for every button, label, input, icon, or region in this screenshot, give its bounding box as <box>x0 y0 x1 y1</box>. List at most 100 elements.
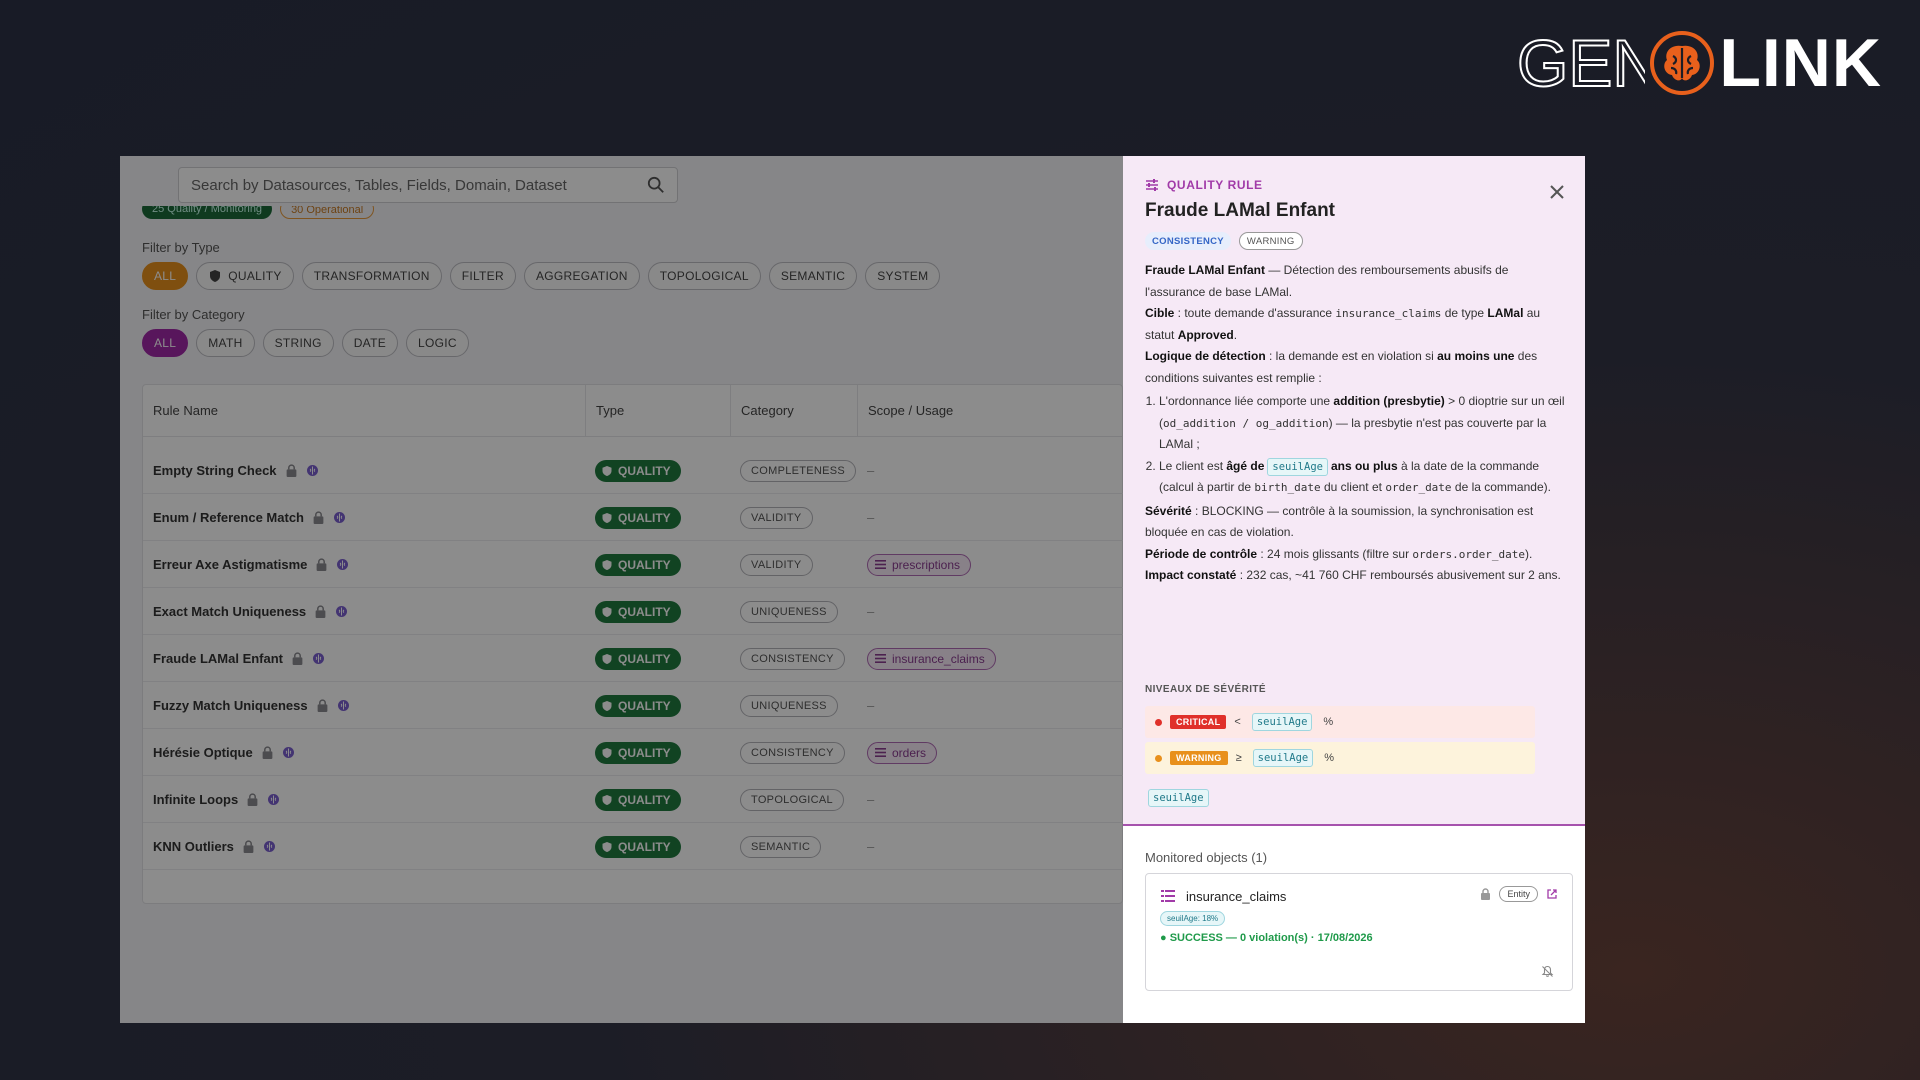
category-chip: VALIDITY <box>740 553 813 576</box>
col-category[interactable]: Category <box>730 385 794 437</box>
type-chip-filter[interactable]: FILTER <box>449 262 516 290</box>
param-chip[interactable]: seuilAge <box>1148 789 1209 807</box>
severity-warning-row: WARNING ≥ seuilAge % <box>1145 742 1535 774</box>
table-row[interactable]: Fuzzy Match Uniqueness QUALITY UNIQUENES… <box>143 682 1124 729</box>
category-cell: VALIDITY <box>740 541 813 588</box>
shield-icon <box>602 700 612 711</box>
rule-name-cell[interactable]: Hérésie Optique <box>143 729 295 776</box>
rule-name-cell[interactable]: Enum / Reference Match <box>143 494 346 541</box>
type-chip-topological[interactable]: TOPOLOGICAL <box>647 262 761 290</box>
type-chip-system[interactable]: SYSTEM <box>865 262 941 290</box>
type-cell: QUALITY <box>595 635 681 682</box>
rule-name[interactable]: Enum / Reference Match <box>153 510 304 525</box>
search-input[interactable]: Search by Datasources, Tables, Fields, D… <box>178 167 678 203</box>
table-row[interactable]: Enum / Reference Match QUALITY VALIDITY … <box>143 494 1124 541</box>
category-chip-string[interactable]: STRING <box>262 329 334 357</box>
scope-empty: – <box>867 698 875 713</box>
rule-name[interactable]: Empty String Check <box>153 463 277 478</box>
rule-name-cell[interactable]: Erreur Axe Astigmatisme <box>143 541 349 588</box>
desc-logic: Logique de détection : la demande est en… <box>1145 349 1538 385</box>
bell-off-icon[interactable] <box>1541 965 1554 978</box>
category-chip-math[interactable]: MATH <box>196 329 255 357</box>
rule-name-cell[interactable]: KNN Outliers <box>143 823 276 870</box>
col-rule-name[interactable]: Rule Name <box>143 385 218 437</box>
table-row[interactable]: Infinite Loops QUALITY TOPOLOGICAL – <box>143 776 1124 823</box>
type-chip-transformation[interactable]: TRANSFORMATION <box>301 262 442 290</box>
category-cell: CONSISTENCY <box>740 729 845 776</box>
monitored-object-name[interactable]: insurance_claims <box>1186 889 1286 904</box>
type-cell: QUALITY <box>595 776 681 823</box>
monitored-object-head: insurance_claims <box>1160 888 1286 904</box>
rule-name-cell[interactable]: Infinite Loops <box>143 776 280 823</box>
rule-description: Fraude LAMal Enfant — Détection des remb… <box>1145 260 1565 587</box>
type-cell: QUALITY <box>595 682 681 729</box>
rule-name-cell[interactable]: Fuzzy Match Uniqueness <box>143 682 350 729</box>
col-type[interactable]: Type <box>585 385 624 437</box>
rule-name[interactable]: Infinite Loops <box>153 792 238 807</box>
shield-icon <box>602 747 612 758</box>
scope-empty: – <box>867 792 875 807</box>
rule-name[interactable]: Fraude LAMal Enfant <box>153 651 283 666</box>
type-cell: QUALITY <box>595 729 681 776</box>
table-row[interactable]: Exact Match Uniqueness QUALITY UNIQUENES… <box>143 588 1124 635</box>
col-scope[interactable]: Scope / Usage <box>857 385 953 437</box>
table-list-icon <box>875 748 886 757</box>
monitored-object-card[interactable]: insurance_claims Entity seuilAge: 18% ● … <box>1145 873 1573 991</box>
brain-icon <box>263 841 275 852</box>
close-icon[interactable] <box>1547 182 1567 202</box>
search-icon[interactable] <box>647 176 665 194</box>
scope-chip[interactable]: prescriptions <box>867 553 972 576</box>
scope-cell: insurance_claims <box>867 635 996 682</box>
table-row[interactable]: Empty String Check QUALITY COMPLETENESS … <box>143 447 1124 494</box>
category-chip: CONSISTENCY <box>740 741 845 764</box>
brain-icon <box>306 465 318 476</box>
operational-count-chip[interactable]: 30 Operational <box>280 206 375 219</box>
rule-name-cell[interactable]: Fraude LAMal Enfant <box>143 635 325 682</box>
scope-chip[interactable]: orders <box>867 741 938 764</box>
type-chip-aggregation[interactable]: AGGREGATION <box>523 262 640 290</box>
table-header: Rule Name Type Category Scope / Usage <box>143 385 1122 437</box>
rule-name[interactable]: Erreur Axe Astigmatisme <box>153 557 307 572</box>
category-cell: UNIQUENESS <box>740 682 838 729</box>
category-cell: CONSISTENCY <box>740 635 845 682</box>
rule-name-cell[interactable]: Exact Match Uniqueness <box>143 588 348 635</box>
rules-list-panel: Search by Datasources, Tables, Fields, D… <box>120 156 1124 1023</box>
scope-cell: – <box>867 682 874 729</box>
type-chip-all[interactable]: ALL <box>142 262 189 290</box>
rule-name[interactable]: KNN Outliers <box>153 839 234 854</box>
rule-name[interactable]: Fuzzy Match Uniqueness <box>153 698 308 713</box>
critical-operator: < <box>1234 716 1241 728</box>
table-row[interactable]: Hérésie Optique QUALITY CONSISTENCY orde… <box>143 729 1124 776</box>
condition-1: L'ordonnance liée comporte une addition … <box>1159 391 1565 456</box>
category-chip: SEMANTIC <box>740 835 822 858</box>
quality-count-chip[interactable]: 25 Quality / Monitoring <box>142 206 273 219</box>
lock-icon <box>286 464 296 477</box>
desc-severity: Sévérité : BLOCKING — contrôle à la soum… <box>1145 503 1534 540</box>
quality-badge: QUALITY <box>595 788 681 811</box>
category-chip: TOPOLOGICAL <box>740 788 844 811</box>
rule-name[interactable]: Exact Match Uniqueness <box>153 604 306 619</box>
shield-icon <box>210 270 221 282</box>
scope-cell: – <box>867 494 874 541</box>
category-chip-all[interactable]: ALL <box>142 329 189 357</box>
type-cell: QUALITY <box>595 447 681 494</box>
logo-geni-text: GENI <box>1517 32 1645 94</box>
rule-name[interactable]: Hérésie Optique <box>153 745 253 760</box>
table-row[interactable]: Erreur Axe Astigmatisme QUALITY VALIDITY… <box>143 541 1124 588</box>
type-chip-semantic[interactable]: SEMANTIC <box>768 262 858 290</box>
category-chip: COMPLETENESS <box>740 459 857 482</box>
type-chip-quality[interactable]: QUALITY <box>196 262 294 290</box>
lock-icon <box>243 840 254 853</box>
critical-dot <box>1155 718 1162 726</box>
table-row[interactable]: Fraude LAMal Enfant QUALITY CONSISTENCY … <box>143 635 1124 682</box>
shield-icon <box>602 794 612 805</box>
scope-chip[interactable]: insurance_claims <box>867 647 996 670</box>
lock-icon <box>313 511 324 524</box>
external-link-icon[interactable] <box>1546 888 1558 900</box>
table-row[interactable]: KNN Outliers QUALITY SEMANTIC – <box>143 823 1124 870</box>
rule-name-cell[interactable]: Empty String Check <box>143 447 319 494</box>
category-chip-logic[interactable]: LOGIC <box>406 329 469 357</box>
type-filter-chips: ALL QUALITY TRANSFORMATION FILTER AGGREG… <box>142 262 941 290</box>
category-chip-date[interactable]: DATE <box>341 329 399 357</box>
category-cell: COMPLETENESS <box>740 447 857 494</box>
